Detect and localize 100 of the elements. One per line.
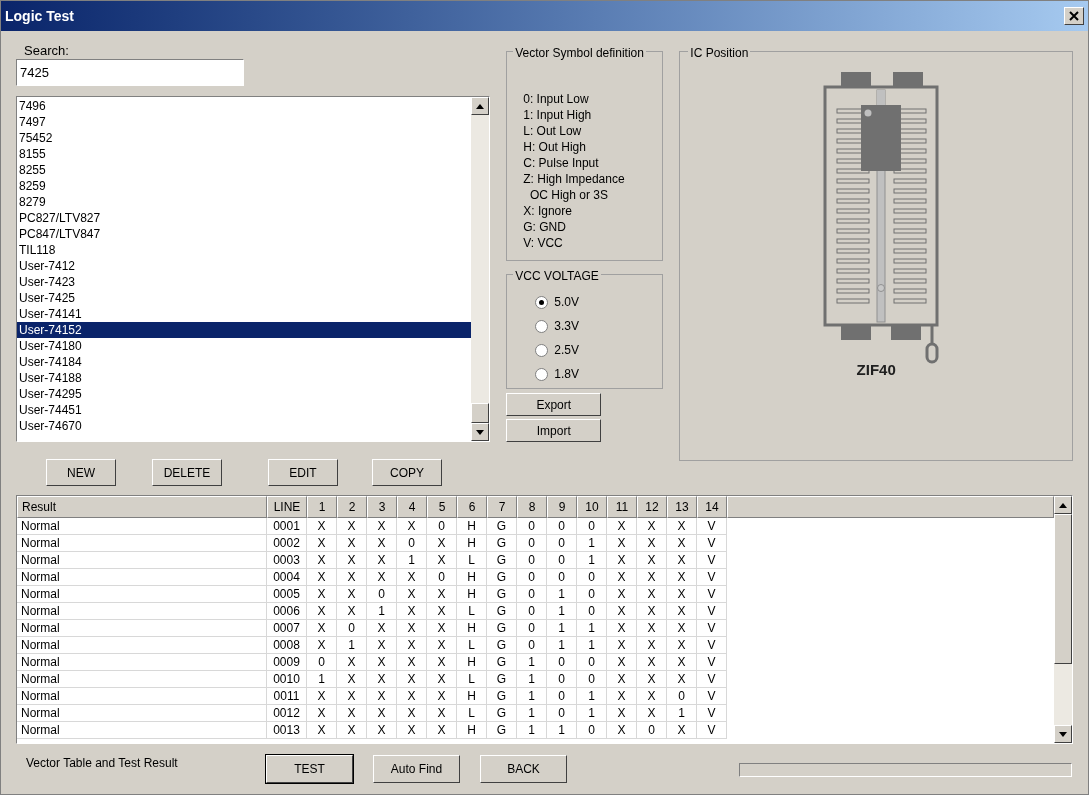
- column-header[interactable]: 5: [427, 496, 457, 518]
- column-header[interactable]: 14: [697, 496, 727, 518]
- action-button[interactable]: TEST: [266, 755, 353, 783]
- action-button[interactable]: Export: [506, 393, 602, 416]
- table-cell: X: [397, 518, 427, 535]
- table-cell: Normal: [17, 688, 267, 705]
- radio-button[interactable]: [535, 343, 549, 357]
- table-cell: X: [397, 586, 427, 603]
- list-item[interactable]: User-74295: [17, 386, 472, 402]
- table-cell: 0007: [267, 620, 307, 637]
- radio-button[interactable]: [535, 367, 549, 381]
- list-button[interactable]: DELETE: [152, 459, 222, 486]
- table-cell: V: [697, 620, 727, 637]
- table-cell: 0: [517, 586, 547, 603]
- list-item[interactable]: User-74141: [17, 306, 472, 322]
- list-item[interactable]: User-74152: [17, 322, 472, 338]
- table-cell: 0: [517, 518, 547, 535]
- list-item[interactable]: TIL118: [17, 242, 472, 258]
- action-button[interactable]: BACK: [480, 755, 567, 783]
- table-cell: X: [667, 552, 697, 569]
- list-item[interactable]: 8255: [17, 162, 472, 178]
- table-cell: X: [337, 552, 367, 569]
- table-cell: 1: [577, 535, 607, 552]
- table-cell: Normal: [17, 569, 267, 586]
- table-cell: 0: [547, 671, 577, 688]
- table-cell: Normal: [17, 654, 267, 671]
- column-header[interactable]: 13: [667, 496, 697, 518]
- action-button[interactable]: Import: [506, 419, 602, 442]
- column-header[interactable]: 2: [337, 496, 367, 518]
- table-cell: X: [367, 705, 397, 722]
- list-item[interactable]: User-74188: [17, 370, 472, 386]
- scrollbar[interactable]: [471, 97, 490, 441]
- table-cell: X: [637, 603, 667, 620]
- list-button[interactable]: NEW: [46, 459, 116, 486]
- list-item[interactable]: User-7425: [17, 290, 472, 306]
- table-cell: Normal: [17, 586, 267, 603]
- list-button[interactable]: EDIT: [268, 459, 338, 486]
- radio-button[interactable]: [535, 319, 549, 333]
- list-item[interactable]: User-74180: [17, 338, 472, 354]
- table-cell: X: [637, 569, 667, 586]
- list-item[interactable]: 8155: [17, 146, 472, 162]
- list-item[interactable]: 7496: [17, 98, 472, 114]
- table-cell: X: [607, 535, 637, 552]
- scroll-up-button[interactable]: [1054, 496, 1072, 514]
- scroll-down-button[interactable]: [1054, 725, 1072, 743]
- list-item[interactable]: 7497: [17, 114, 472, 130]
- column-header[interactable]: 7: [487, 496, 517, 518]
- list-item[interactable]: 75452: [17, 130, 472, 146]
- table-cell: X: [427, 688, 457, 705]
- table-cell: X: [397, 603, 427, 620]
- search-field[interactable]: 7425: [16, 59, 244, 86]
- list-item[interactable]: User-7412: [17, 258, 472, 274]
- column-header[interactable]: 9: [547, 496, 577, 518]
- scroll-down-button[interactable]: [471, 423, 490, 441]
- scrollbar[interactable]: [1054, 496, 1072, 743]
- table-cell: X: [667, 722, 697, 739]
- column-header[interactable]: 12: [637, 496, 667, 518]
- column-header[interactable]: 8: [517, 496, 547, 518]
- list-item[interactable]: 8259: [17, 178, 472, 194]
- radio-button[interactable]: [535, 295, 549, 309]
- column-header[interactable]: 6: [457, 496, 487, 518]
- table-cell: X: [667, 569, 697, 586]
- table-cell: X: [607, 705, 637, 722]
- column-header[interactable]: 3: [367, 496, 397, 518]
- table-cell: X: [637, 705, 667, 722]
- table-cell: X: [637, 518, 667, 535]
- symbol-definition: X: Ignore: [523, 203, 573, 218]
- table-cell: X: [337, 688, 367, 705]
- table-cell: L: [457, 671, 487, 688]
- column-header[interactable]: Result: [17, 496, 267, 518]
- list-item[interactable]: User-74184: [17, 354, 472, 370]
- table-cell: X: [427, 637, 457, 654]
- list-item[interactable]: PC827/LTV827: [17, 210, 472, 226]
- column-header[interactable]: 10: [577, 496, 607, 518]
- list-item[interactable]: User-7423: [17, 274, 472, 290]
- table-cell: X: [397, 705, 427, 722]
- scroll-thumb[interactable]: [1054, 514, 1072, 664]
- action-button[interactable]: Auto Find: [373, 755, 460, 783]
- table-cell: X: [607, 569, 637, 586]
- table-cell: 0: [577, 671, 607, 688]
- column-header[interactable]: 4: [397, 496, 427, 518]
- table-cell: X: [607, 518, 637, 535]
- column-header[interactable]: 11: [607, 496, 637, 518]
- table-cell: 0: [547, 569, 577, 586]
- scroll-thumb[interactable]: [471, 403, 490, 423]
- table-cell: X: [427, 620, 457, 637]
- close-button[interactable]: [1064, 7, 1084, 25]
- column-header[interactable]: LINE: [267, 496, 307, 518]
- list-button[interactable]: COPY: [372, 459, 442, 486]
- list-item[interactable]: User-74451: [17, 402, 472, 418]
- column-header[interactable]: 1: [307, 496, 337, 518]
- scroll-up-button[interactable]: [471, 97, 490, 115]
- list-item[interactable]: User-74670: [17, 418, 472, 434]
- table-cell: 0008: [267, 637, 307, 654]
- table-cell: V: [697, 654, 727, 671]
- symbol-definition: G: GND: [523, 219, 567, 234]
- list-item[interactable]: 8279: [17, 194, 472, 210]
- table-cell: G: [487, 705, 517, 722]
- table-cell: X: [307, 705, 337, 722]
- list-item[interactable]: PC847/LTV847: [17, 226, 472, 242]
